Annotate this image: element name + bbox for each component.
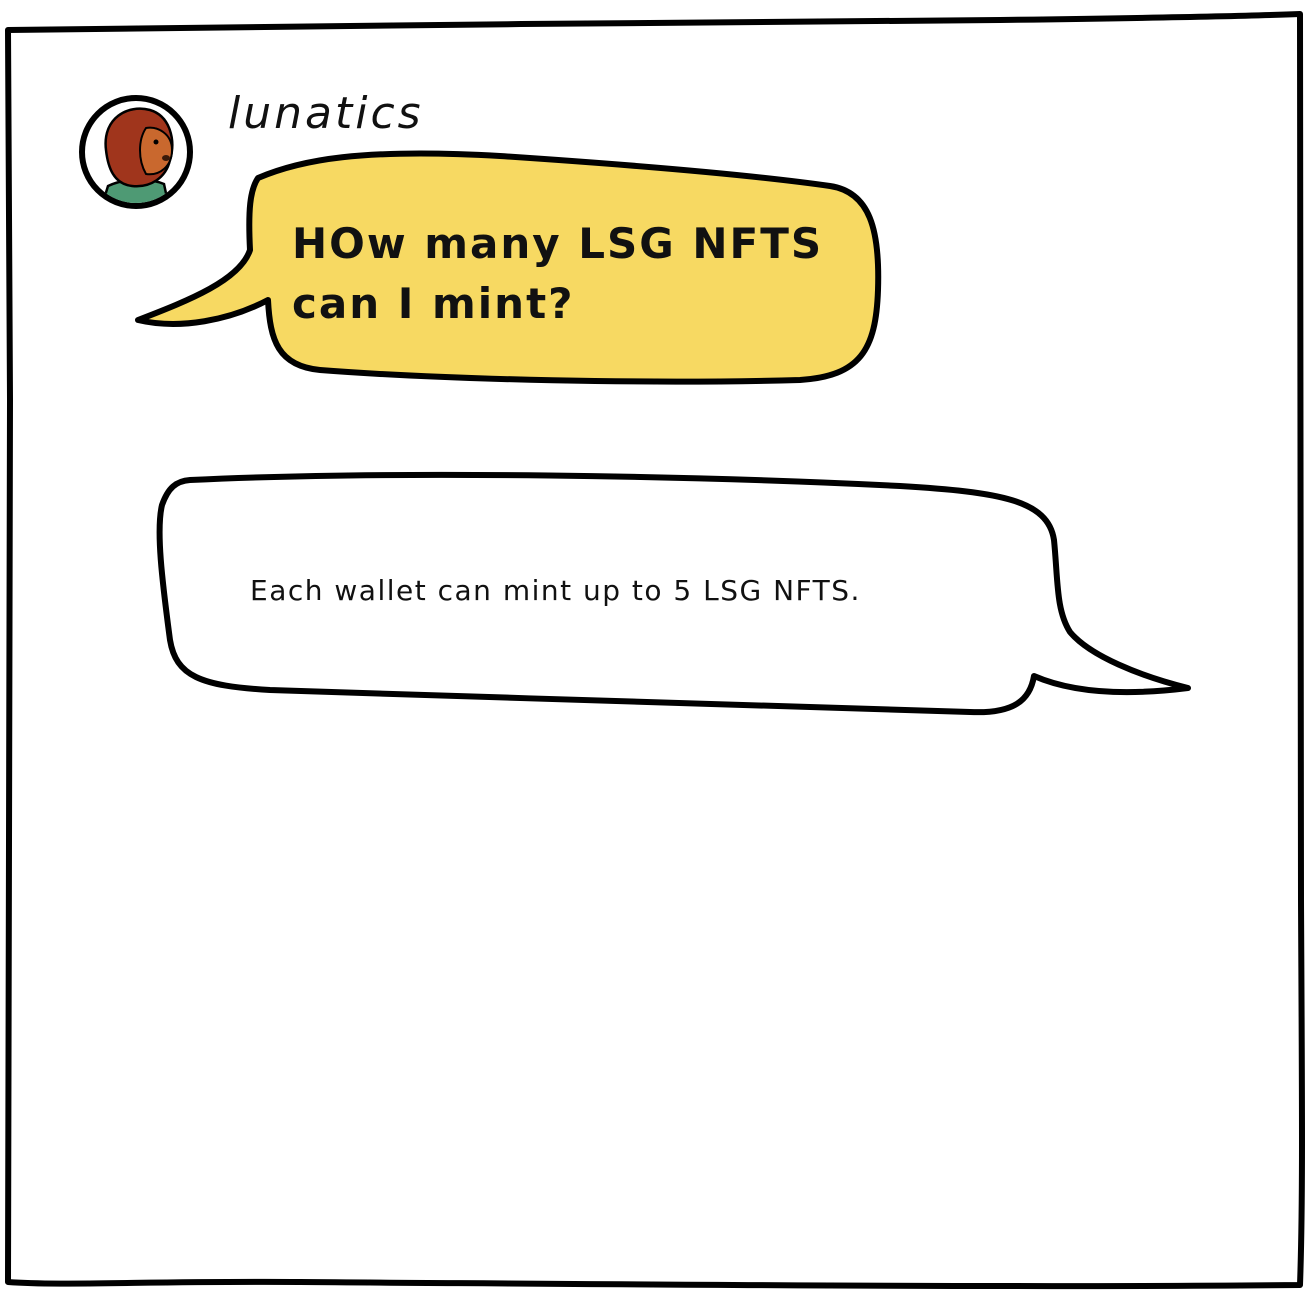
answer-text: Each wallet can mint up to 5 LSG NFTS. xyxy=(250,574,861,607)
comic-panel: lunatics HOw many LSG NFTS can I mint? E… xyxy=(5,11,1305,1290)
question-line-2: can I mint? xyxy=(292,279,575,328)
avatar-eye xyxy=(153,139,159,145)
avatar-snout xyxy=(162,155,170,161)
username-label: lunatics xyxy=(228,88,424,139)
question-line-1: HOw many LSG NFTS xyxy=(292,219,823,268)
